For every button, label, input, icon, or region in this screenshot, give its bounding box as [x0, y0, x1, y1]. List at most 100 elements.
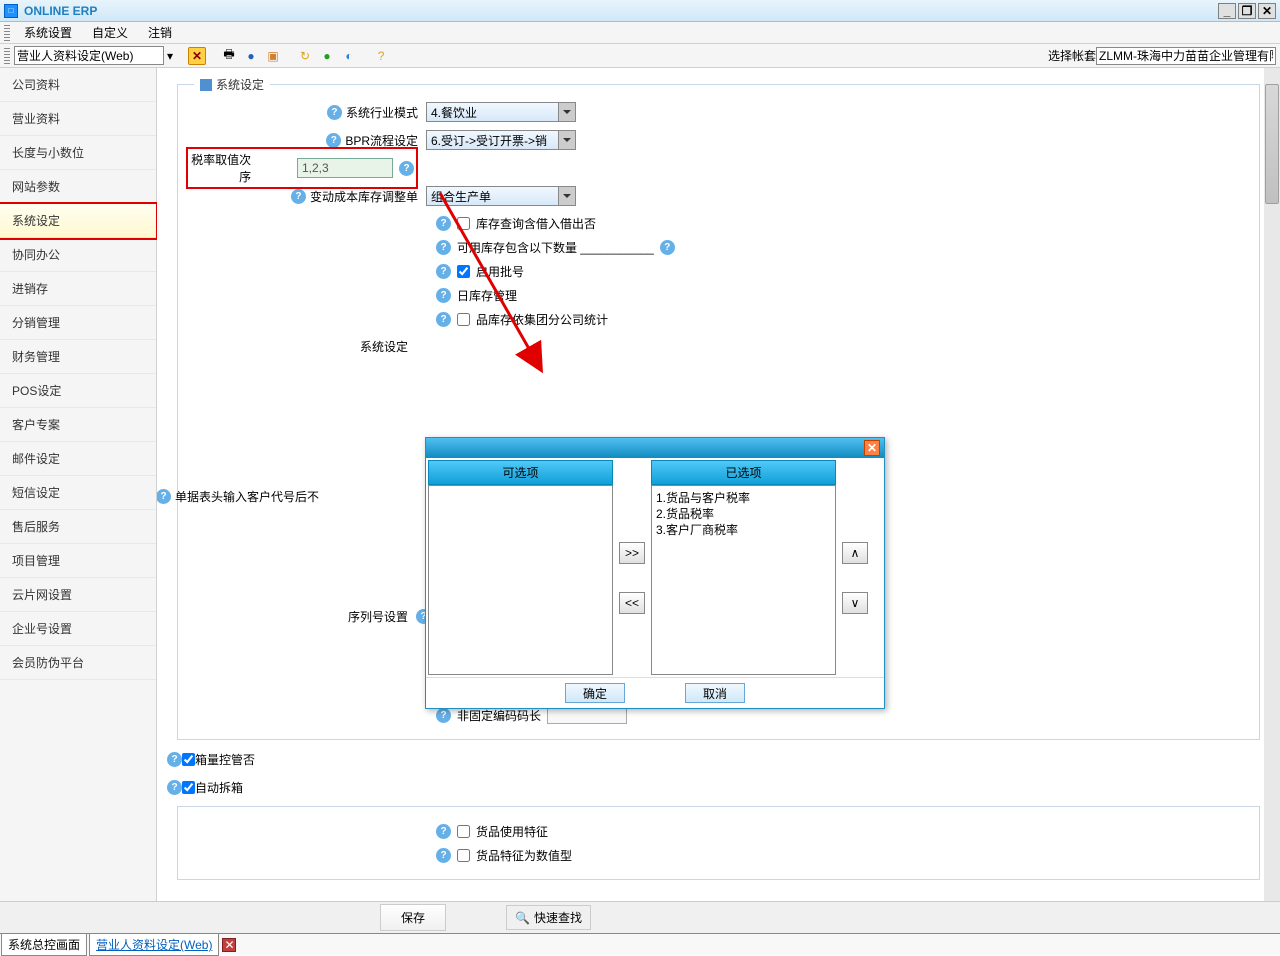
- account-input[interactable]: [1096, 47, 1276, 65]
- help-icon[interactable]: ?: [436, 824, 451, 839]
- help-icon[interactable]: ?: [372, 47, 390, 65]
- sidebar-item[interactable]: 会员防伪平台: [0, 646, 156, 680]
- adjust-label: 变动成本库存调整单: [310, 188, 418, 205]
- sidebar-item[interactable]: 短信设定: [0, 476, 156, 510]
- help-icon[interactable]: ?: [436, 708, 451, 723]
- grip-icon: [4, 48, 10, 64]
- chk-box-ctrl[interactable]: [182, 753, 195, 766]
- help-icon[interactable]: ?: [436, 288, 451, 303]
- titlebar: □ ONLINE ERP _ ❐ ✕: [0, 0, 1280, 22]
- help-icon[interactable]: ?: [157, 489, 171, 504]
- available-list[interactable]: [428, 485, 613, 675]
- chk-batch[interactable]: [457, 265, 470, 278]
- sidebar-item[interactable]: 网站参数: [0, 170, 156, 204]
- sidebar-item[interactable]: 协同办公: [0, 238, 156, 272]
- list-item[interactable]: 1.货品与客户税率: [656, 490, 831, 506]
- app-icon: □: [4, 4, 18, 18]
- refresh-icon[interactable]: ↻: [296, 47, 314, 65]
- remove-button[interactable]: <<: [619, 592, 645, 614]
- quick-search[interactable]: 🔍 快速查找: [506, 905, 591, 930]
- globe-icon[interactable]: ●: [242, 47, 260, 65]
- sidebar-item[interactable]: POS设定: [0, 374, 156, 408]
- menubar: 系统设置 自定义 注销: [0, 22, 1280, 44]
- modal-close-button[interactable]: ✕: [864, 440, 880, 456]
- scrollbar[interactable]: [1264, 68, 1280, 918]
- search-icon: 🔍: [515, 911, 530, 925]
- status-tab-current[interactable]: 营业人资料设定(Web): [89, 933, 219, 956]
- help-icon[interactable]: ?: [436, 312, 451, 327]
- adjust-select[interactable]: 组合生产单: [426, 186, 576, 206]
- help-icon[interactable]: ?: [291, 189, 306, 204]
- page-select[interactable]: [14, 46, 164, 65]
- chk-feature-num[interactable]: [457, 849, 470, 862]
- statusbar: 系统总控画面 营业人资料设定(Web) ✕: [0, 933, 1280, 955]
- print-icon[interactable]: 🖶: [220, 47, 238, 65]
- selected-list[interactable]: 1.货品与客户税率2.货品税率3.客户厂商税率: [651, 485, 836, 675]
- doc-header-label: 单据表头输入客户代号后不: [175, 488, 319, 505]
- app-title: ONLINE ERP: [24, 4, 1218, 18]
- chk-auto-unbox[interactable]: [182, 781, 195, 794]
- bottombar: 保存 🔍 快速查找: [0, 901, 1280, 933]
- help-icon[interactable]: ?: [436, 264, 451, 279]
- sidebar-item[interactable]: 分销管理: [0, 306, 156, 340]
- sidebar-item[interactable]: 公司资料: [0, 68, 156, 102]
- sidebar-item[interactable]: 长度与小数位: [0, 136, 156, 170]
- sidebar-item[interactable]: 售后服务: [0, 510, 156, 544]
- save-button[interactable]: 保存: [380, 904, 446, 931]
- industry-label: 系统行业模式: [346, 104, 418, 121]
- list-item[interactable]: 2.货品税率: [656, 506, 831, 522]
- toolbar: ▾ ✕ 🖶 ● ▣ ↻ ● ◐ ? 选择帐套: [0, 44, 1280, 68]
- sidebar-item[interactable]: 邮件设定: [0, 442, 156, 476]
- help-icon[interactable]: ?: [436, 240, 451, 255]
- serial-label: 序列号设置: [186, 608, 416, 625]
- close-tab-icon[interactable]: ✕: [188, 47, 206, 65]
- available-header: 可选项: [428, 460, 613, 485]
- grip-icon: [4, 25, 10, 41]
- tax-input[interactable]: [297, 158, 393, 178]
- folder-icon[interactable]: ▣: [264, 47, 282, 65]
- cancel-button[interactable]: 取消: [685, 683, 745, 703]
- add-button[interactable]: >>: [619, 542, 645, 564]
- sidebar-item[interactable]: 进销存: [0, 272, 156, 306]
- down-button[interactable]: ∨: [842, 592, 868, 614]
- help-icon[interactable]: ?: [167, 752, 182, 767]
- ok-button[interactable]: 确定: [565, 683, 625, 703]
- industry-select[interactable]: 4.餐饮业: [426, 102, 576, 122]
- sidebar-item[interactable]: 项目管理: [0, 544, 156, 578]
- blue-dot-icon[interactable]: ◐: [340, 47, 358, 65]
- tax-label: 税率取值次序: [190, 151, 251, 185]
- menu-system[interactable]: 系统设置: [14, 21, 82, 44]
- sidebar-item[interactable]: 财务管理: [0, 340, 156, 374]
- fieldset-icon: [200, 79, 212, 91]
- subset-label: 系统设定: [186, 338, 416, 355]
- sidebar-item[interactable]: 企业号设置: [0, 612, 156, 646]
- sidebar-item[interactable]: 营业资料: [0, 102, 156, 136]
- help-icon[interactable]: ?: [436, 848, 451, 863]
- chk-group-stat[interactable]: [457, 313, 470, 326]
- menu-custom[interactable]: 自定义: [82, 21, 138, 44]
- sidebar-item[interactable]: 云片网设置: [0, 578, 156, 612]
- status-close-icon[interactable]: ✕: [222, 938, 236, 952]
- sidebar-item[interactable]: 客户专案: [0, 408, 156, 442]
- sidebar-item[interactable]: 系统设定: [0, 204, 156, 238]
- sidebar: 公司资料营业资料长度与小数位网站参数系统设定协同办公进销存分销管理财务管理POS…: [0, 68, 157, 918]
- chk-stock-query[interactable]: [457, 217, 470, 230]
- modal-titlebar: ✕: [426, 438, 884, 458]
- chk-use-feature[interactable]: [457, 825, 470, 838]
- maximize-button[interactable]: ❐: [1238, 3, 1256, 19]
- green-dot-icon[interactable]: ●: [318, 47, 336, 65]
- minimize-button[interactable]: _: [1218, 3, 1236, 19]
- help-icon[interactable]: ?: [436, 216, 451, 231]
- help-icon[interactable]: ?: [167, 780, 182, 795]
- menu-logout[interactable]: 注销: [138, 21, 182, 44]
- up-button[interactable]: ∧: [842, 542, 868, 564]
- list-item[interactable]: 3.客户厂商税率: [656, 522, 831, 538]
- status-tab-main[interactable]: 系统总控画面: [1, 933, 87, 956]
- bpr-select[interactable]: 6.受订->受订开票->销: [426, 130, 576, 150]
- help-icon[interactable]: ?: [660, 240, 675, 255]
- help-icon[interactable]: ?: [326, 133, 341, 148]
- fieldset-legend: 系统设定: [194, 76, 270, 93]
- help-icon[interactable]: ?: [399, 161, 414, 176]
- close-button[interactable]: ✕: [1258, 3, 1276, 19]
- help-icon[interactable]: ?: [327, 105, 342, 120]
